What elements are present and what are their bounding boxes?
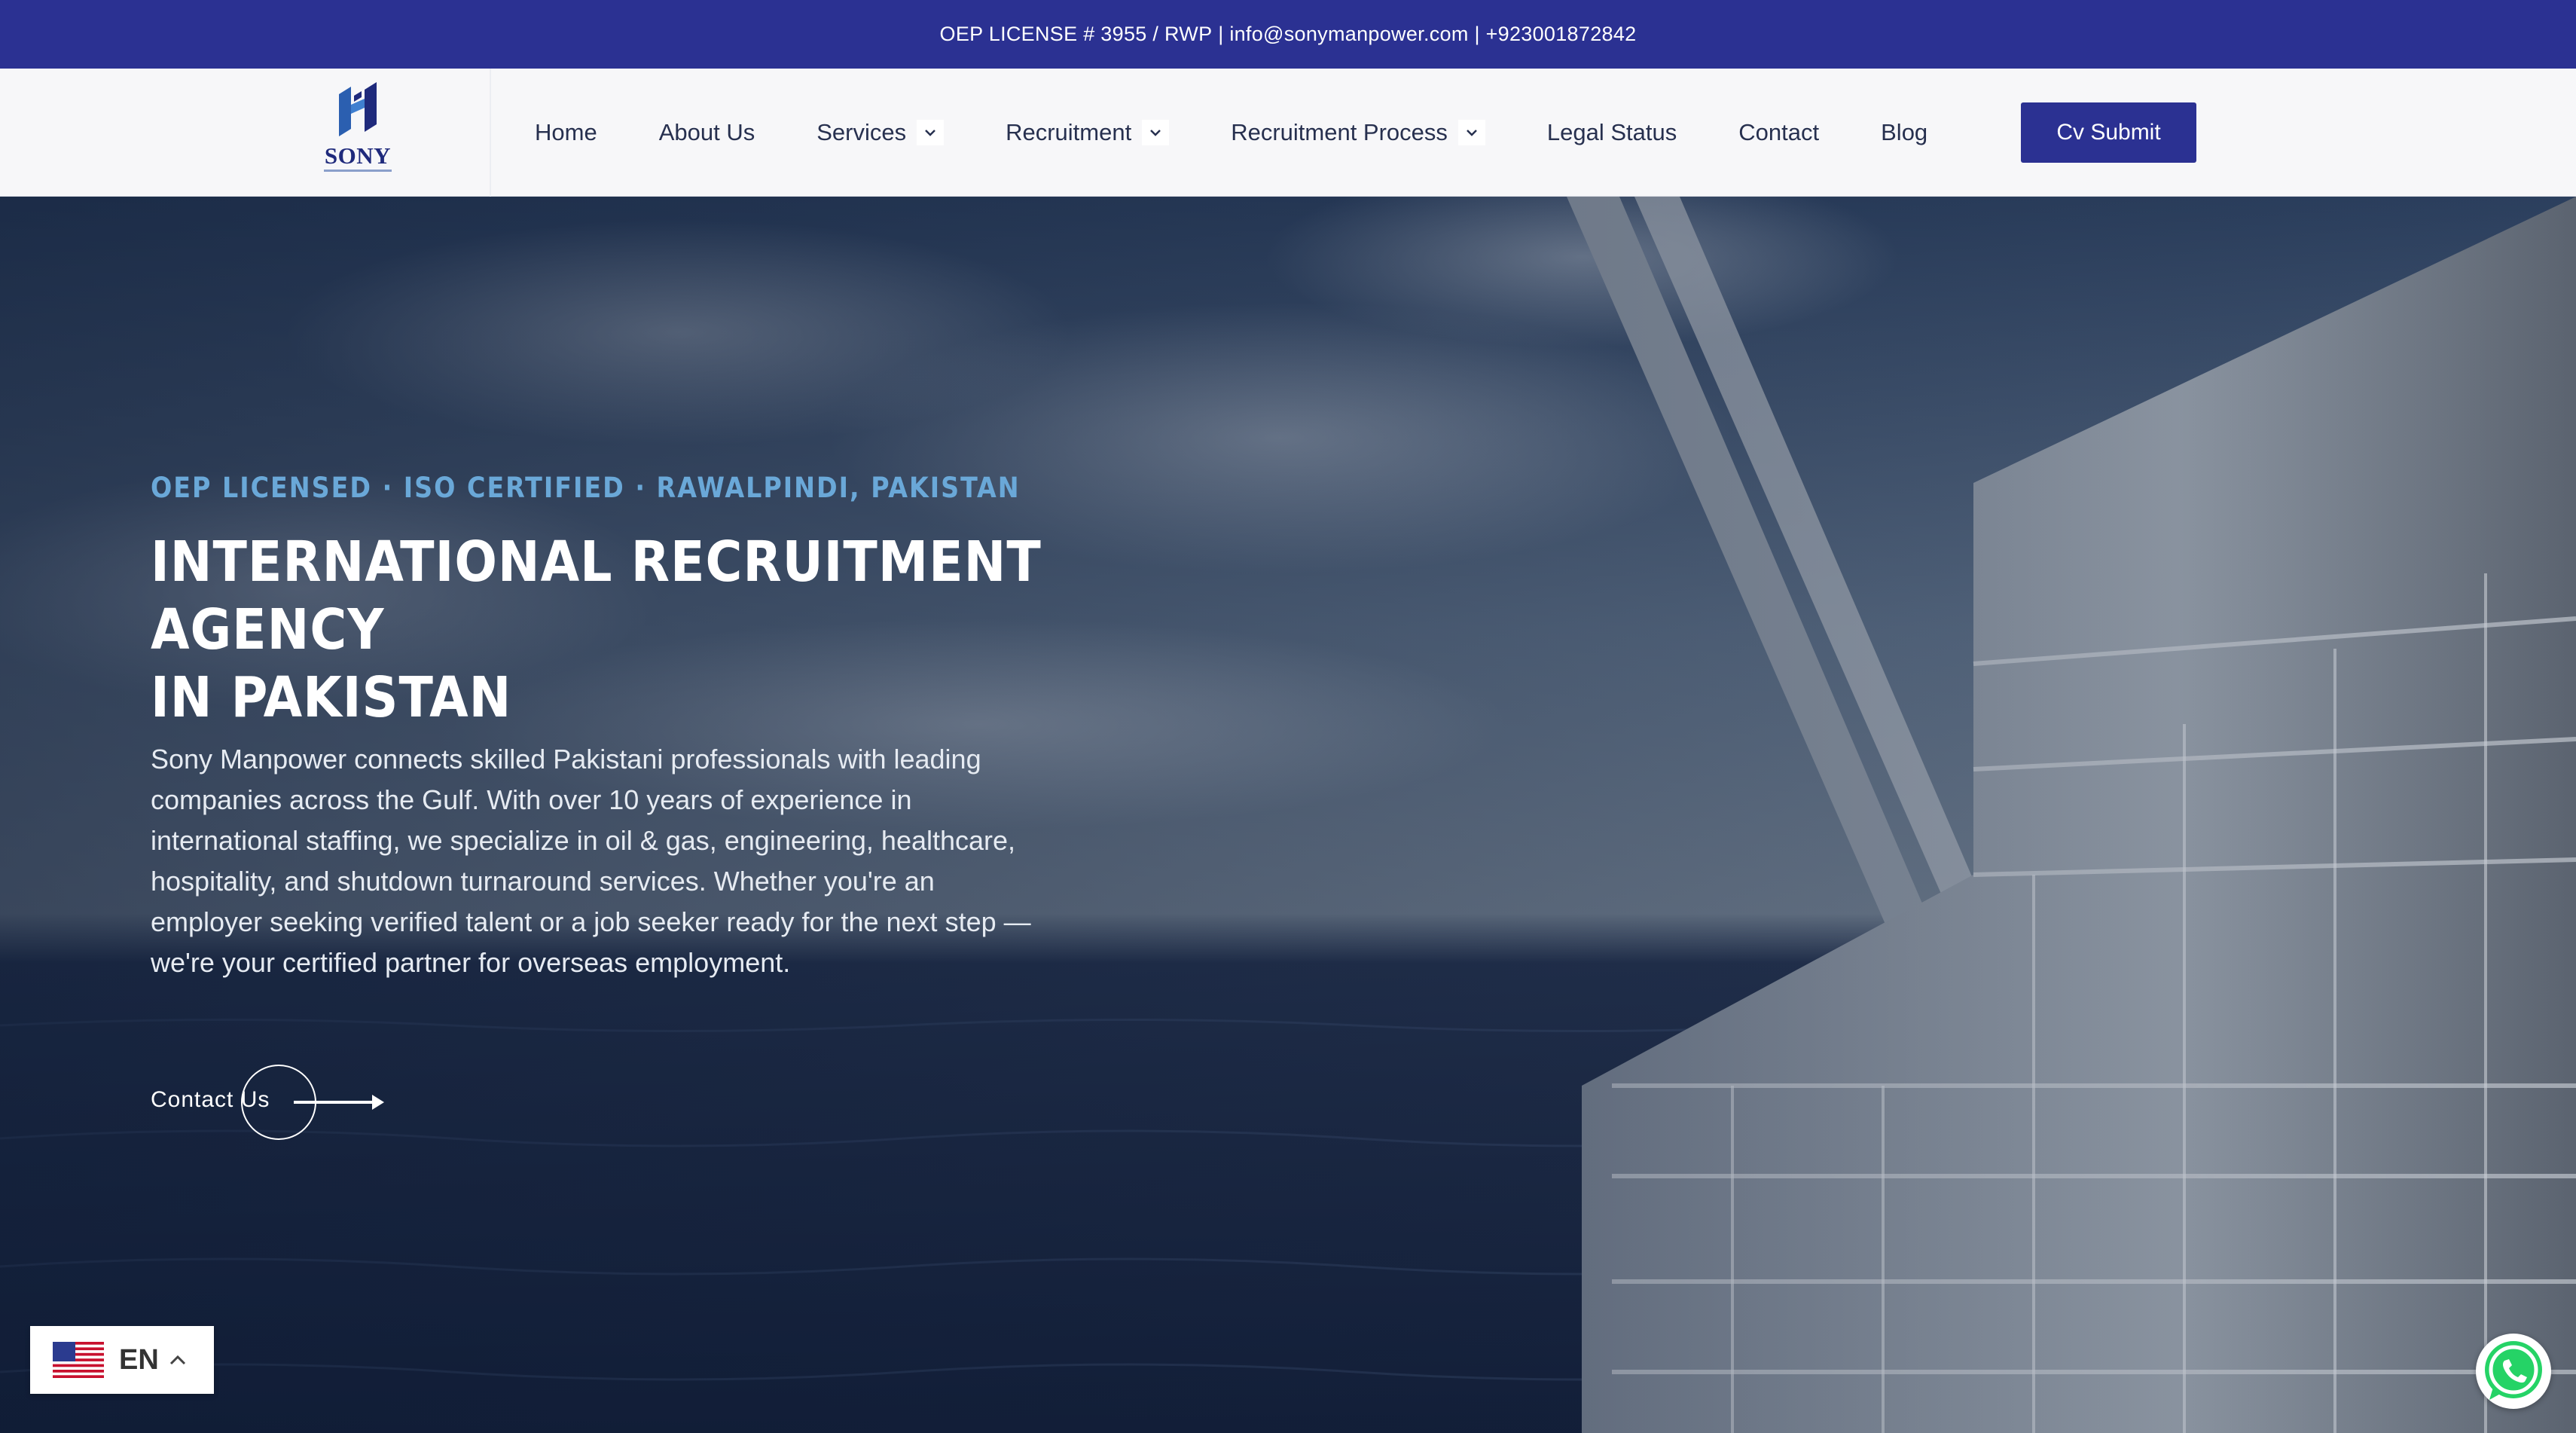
- nav-item-about-us[interactable]: About Us: [659, 119, 755, 146]
- license-text: OEP LICENSE # 3955 / RWP: [939, 23, 1213, 45]
- chevron-up-icon: [169, 1355, 185, 1365]
- chevron-down-icon[interactable]: [917, 120, 945, 145]
- separator: |: [1212, 23, 1230, 45]
- nav-item-legal-status[interactable]: Legal Status: [1547, 119, 1677, 146]
- hero-title: INTERNATIONAL RECRUITMENT AGENCY IN PAKI…: [151, 528, 1092, 732]
- hero-eyebrow: OEP LICENSED · ISO CERTIFIED · RAWALPIND…: [151, 472, 1021, 504]
- whatsapp-icon: [2485, 1341, 2542, 1400]
- header-divider: [490, 69, 491, 197]
- nav-label: Blog: [1881, 119, 1928, 145]
- logo-text: SONY: [324, 142, 392, 169]
- site-logo[interactable]: SONY: [316, 82, 399, 180]
- cv-submit-button[interactable]: Cv Submit: [2021, 102, 2196, 163]
- hero-description: Sony Manpower connects skilled Pakistani…: [151, 744, 1031, 978]
- hero-title-line-1: INTERNATIONAL RECRUITMENT AGENCY: [151, 530, 1042, 662]
- nav-item-home[interactable]: Home: [535, 119, 597, 146]
- nav-label: About Us: [658, 119, 755, 145]
- main-nav: Home About Us Services Recruitment Recru…: [535, 69, 1989, 197]
- nav-item-recruitment-process[interactable]: Recruitment Process: [1231, 119, 1485, 146]
- arrow-right-icon: [294, 1095, 384, 1110]
- us-flag-icon: [53, 1342, 104, 1378]
- nav-label: Legal Status: [1546, 119, 1677, 145]
- nav-label: Recruitment Process: [1231, 119, 1448, 145]
- nav-item-recruitment[interactable]: Recruitment: [1006, 119, 1170, 146]
- language-selector[interactable]: EN: [30, 1326, 214, 1394]
- whatsapp-button[interactable]: [2476, 1334, 2551, 1409]
- hero-title-line-2: IN PAKISTAN: [151, 665, 512, 730]
- chevron-down-icon[interactable]: [1457, 120, 1485, 145]
- logo-mark-icon: [339, 82, 377, 136]
- separator: |: [1468, 23, 1486, 45]
- nav-label: Home: [535, 119, 597, 145]
- email-link[interactable]: info@sonymanpower.com: [1229, 23, 1468, 46]
- nav-item-contact[interactable]: Contact: [1738, 119, 1819, 146]
- nav-label: Contact: [1738, 119, 1820, 145]
- logo-tagline-line: [324, 170, 392, 172]
- nav-label: Services: [816, 119, 907, 145]
- hero-section: OEP LICENSED · ISO CERTIFIED · RAWALPIND…: [0, 197, 2576, 1433]
- site-header: SONY Home About Us Services Recruitment …: [0, 69, 2576, 197]
- top-info-bar: OEP LICENSE # 3955 / RWP | info@sonymanp…: [0, 0, 2576, 69]
- nav-label: Recruitment: [1006, 119, 1132, 145]
- chevron-down-icon[interactable]: [1142, 120, 1170, 145]
- nav-item-blog[interactable]: Blog: [1881, 119, 1927, 146]
- nav-item-services[interactable]: Services: [816, 119, 945, 146]
- phone-link[interactable]: +923001872842: [1486, 23, 1637, 46]
- contact-us-button[interactable]: Contact Us: [151, 1060, 392, 1143]
- language-code: EN: [119, 1343, 159, 1376]
